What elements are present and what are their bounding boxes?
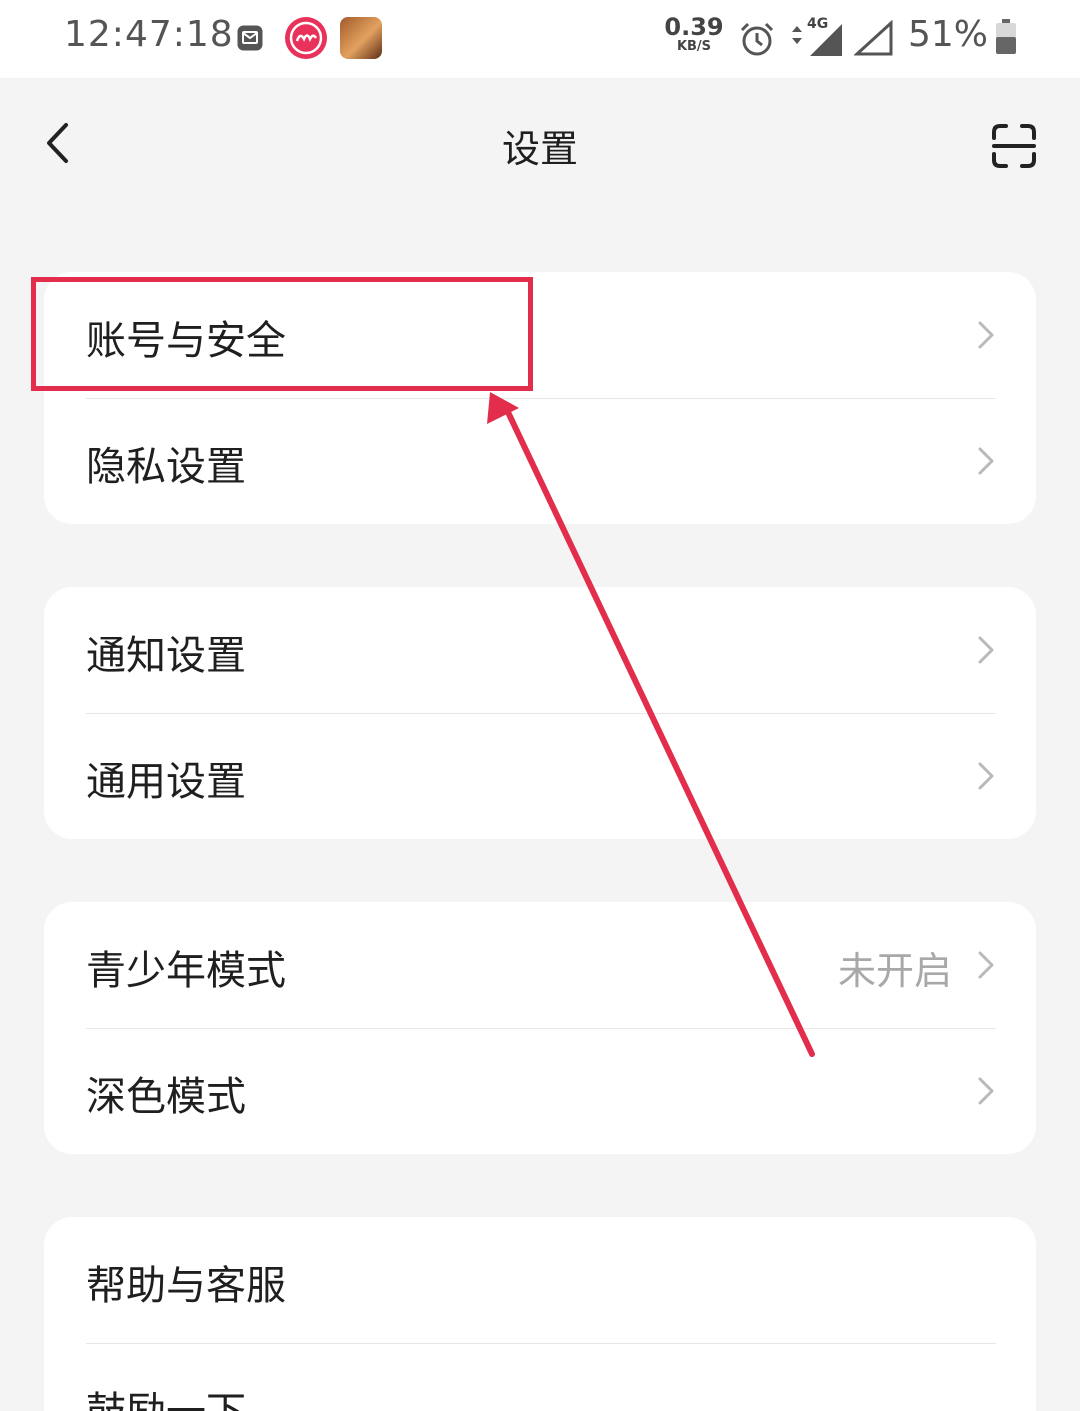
app-icon (285, 17, 327, 59)
annotation-highlight-box (31, 277, 533, 391)
signal-icon (853, 19, 894, 56)
data-arrows-icon: 4G (788, 16, 844, 58)
game-app-icon (340, 17, 382, 59)
page-title: 设置 (501, 127, 578, 171)
battery-icon (995, 19, 1017, 55)
settings-item-dark-mode[interactable]: 深色模式 (44, 1028, 1036, 1154)
settings-group-general: 通知设置 通用设置 (44, 587, 1036, 839)
chevron-right-icon (978, 636, 994, 664)
settings-item-label: 鼓励一下 (86, 1379, 246, 1411)
settings-item-label: 帮助与客服 (86, 1263, 286, 1309)
settings-item-label: 隐私设置 (86, 444, 246, 490)
settings-item-label: 青少年模式 (86, 948, 286, 994)
navigation-bar: 设置 (0, 78, 1080, 208)
alarm-icon (738, 20, 776, 58)
chevron-right-icon (978, 951, 994, 979)
status-bar: 12:47:18 0.39 KB/S 4G 51% (0, 0, 1080, 78)
settings-item-label: 通知设置 (86, 633, 246, 679)
settings-item-encourage[interactable]: 鼓励一下 (44, 1343, 1036, 1411)
settings-item-notifications[interactable]: 通知设置 (44, 587, 1036, 713)
network-type: 4G (807, 16, 829, 32)
scan-icon (992, 124, 1036, 168)
network-speed: 0.39 KB/S (664, 14, 724, 54)
settings-item-privacy[interactable]: 隐私设置 (44, 398, 1036, 524)
settings-group-modes: 青少年模式 未开启 深色模式 (44, 902, 1036, 1154)
settings-item-general[interactable]: 通用设置 (44, 713, 1036, 839)
chevron-right-icon (978, 1077, 994, 1105)
chevron-right-icon (978, 321, 994, 349)
settings-item-label: 深色模式 (86, 1074, 246, 1120)
battery-percent: 51% (908, 14, 989, 55)
settings-item-help[interactable]: 帮助与客服 (44, 1217, 1036, 1343)
network-speed-unit: KB/S (676, 39, 712, 54)
status-time: 12:47:18 (64, 14, 234, 55)
chevron-right-icon (978, 447, 994, 475)
settings-item-label: 通用设置 (86, 759, 246, 805)
mail-icon (236, 24, 264, 52)
network-speed-value: 0.39 (664, 13, 724, 41)
settings-item-teen-mode[interactable]: 青少年模式 未开启 (44, 902, 1036, 1028)
teen-mode-status: 未开启 (837, 949, 952, 993)
settings-group-support: 帮助与客服 鼓励一下 (44, 1217, 1036, 1411)
chevron-right-icon (978, 762, 994, 790)
scan-button[interactable] (990, 122, 1038, 170)
